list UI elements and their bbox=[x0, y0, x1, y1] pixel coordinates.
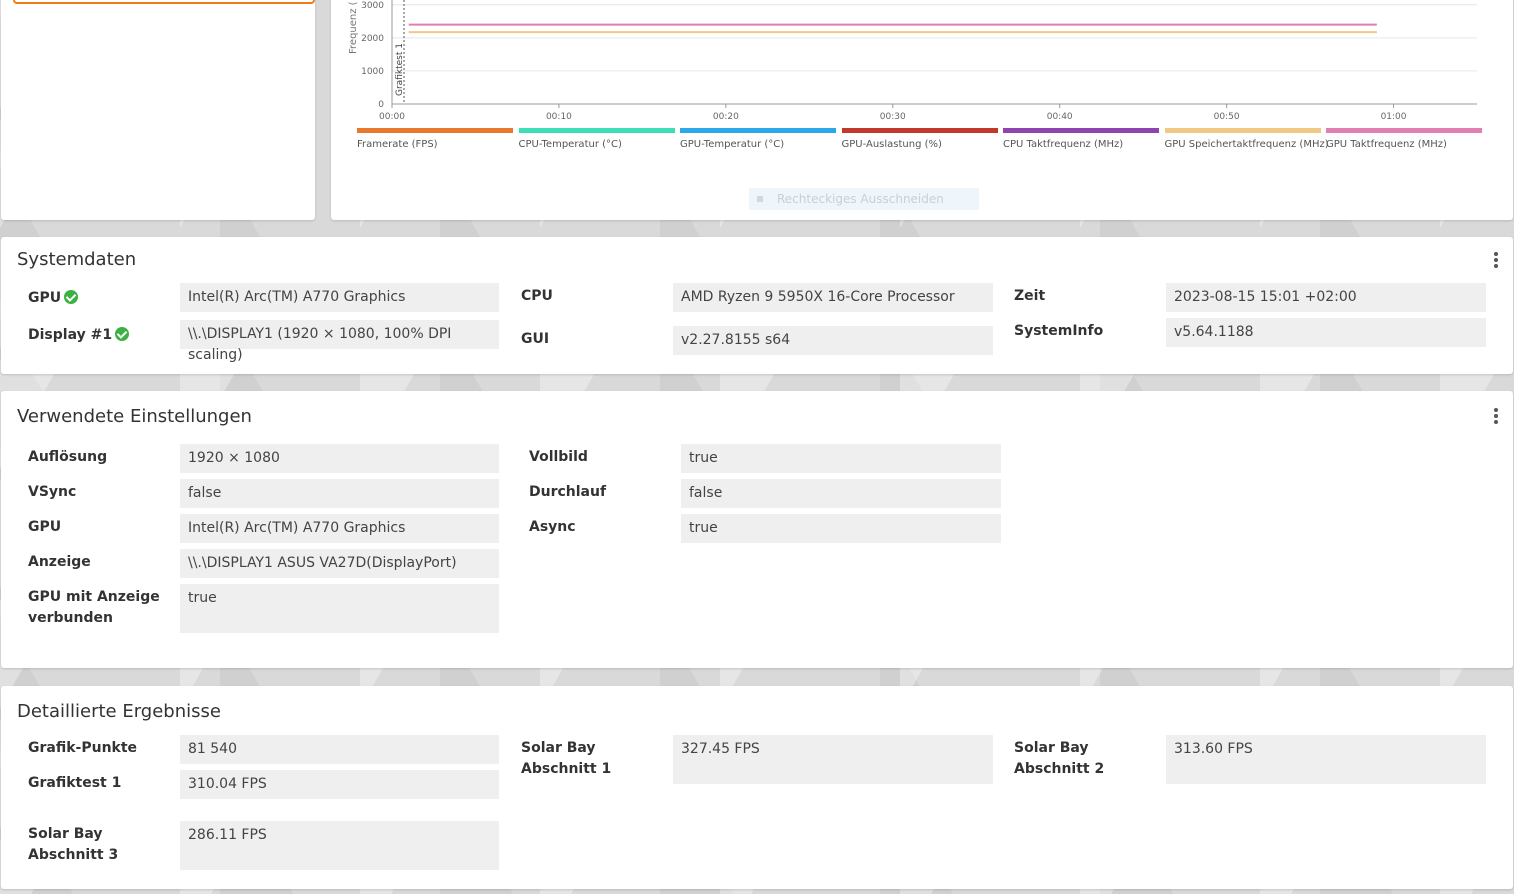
x-tick-label: 00:00 bbox=[379, 112, 405, 122]
legend-swatch bbox=[357, 128, 513, 133]
gpu-mit-anzeige-value: true bbox=[180, 584, 499, 633]
x-tick-label: 01:00 bbox=[1381, 112, 1407, 122]
display-value: \\.\DISPLAY1 (1920 × 1080, 100% DPI scal… bbox=[180, 320, 499, 363]
systemdaten-section: Systemdaten GPU Intel(R) Arc(TM) A770 Gr… bbox=[1, 237, 1513, 374]
crop-button-label: Rechteckiges Ausschneiden bbox=[777, 192, 944, 206]
gpu-label: GPU bbox=[28, 288, 79, 309]
grafiktest1-value: 310.04 FPS bbox=[180, 770, 499, 799]
zeit-value: 2023-08-15 15:01 +02:00 bbox=[1166, 283, 1486, 312]
grafik-punkte-label: Grafik-Punkte bbox=[28, 740, 138, 756]
x-tick-label: 00:40 bbox=[1047, 112, 1073, 122]
legend-swatch bbox=[1326, 128, 1482, 133]
left-summary-card bbox=[1, 0, 315, 220]
crop-square-icon bbox=[757, 196, 763, 202]
async-label: Async bbox=[529, 519, 576, 535]
solar-bay-1-value: 327.45 FPS bbox=[673, 735, 993, 784]
vsync-value: false bbox=[180, 479, 499, 508]
legend-item[interactable]: GPU-Temperatur (°C) bbox=[680, 128, 836, 150]
x-tick-label: 00:10 bbox=[546, 112, 572, 122]
more-options-icon[interactable] bbox=[1494, 408, 1499, 428]
legend-label: Framerate (FPS) bbox=[357, 139, 438, 150]
y-axis-label: Frequenz ( bbox=[348, 1, 359, 54]
y-tick-label: 2000 bbox=[361, 34, 384, 44]
solar-bay-3-value: 286.11 FPS bbox=[180, 821, 499, 870]
legend-swatch bbox=[1164, 128, 1321, 133]
legend-item[interactable]: GPU Taktfrequenz (MHz) bbox=[1326, 128, 1482, 150]
vsync-label: VSync bbox=[28, 484, 77, 500]
more-options-icon[interactable] bbox=[1494, 252, 1499, 272]
legend-item[interactable]: GPU Speichertaktfrequenz (MHz) bbox=[1164, 128, 1329, 150]
legend-label: GPU Taktfrequenz (MHz) bbox=[1326, 139, 1447, 150]
zeit-label: Zeit bbox=[1014, 288, 1046, 304]
aufloesung-label: Auflösung bbox=[28, 449, 108, 465]
x-tick-label: 00:20 bbox=[713, 112, 739, 122]
legend-item[interactable]: Framerate (FPS) bbox=[357, 128, 513, 150]
legend-swatch bbox=[841, 128, 998, 133]
y-tick-label: 1000 bbox=[361, 67, 384, 77]
gpu-value: Intel(R) Arc(TM) A770 Graphics bbox=[180, 514, 499, 543]
legend-swatch bbox=[680, 128, 836, 133]
vollbild-label: Vollbild bbox=[529, 449, 588, 465]
cpu-value: AMD Ryzen 9 5950X 16-Core Processor bbox=[673, 283, 993, 312]
legend-swatch bbox=[518, 128, 675, 133]
legend-swatch bbox=[1003, 128, 1159, 133]
systeminfo-value: v5.64.1188 bbox=[1166, 318, 1486, 347]
vollbild-value: true bbox=[681, 444, 1001, 473]
section-title: Detaillierte Ergebnisse bbox=[17, 701, 221, 722]
chart-card: 3000 2000 1000 0 Frequenz ( Grafiktest 1 00:00… bbox=[331, 0, 1513, 220]
durchlauf-label: Durchlauf bbox=[529, 484, 607, 500]
legend-item[interactable]: CPU-Temperatur (°C) bbox=[518, 128, 675, 150]
solar-bay-2-label: Solar Bay Abschnitt 2 bbox=[1014, 740, 1105, 777]
legend-label: GPU-Auslastung (%) bbox=[841, 139, 942, 150]
rectangular-crop-button[interactable]: Rechteckiges Ausschneiden bbox=[749, 188, 979, 210]
cpu-label: CPU bbox=[521, 288, 553, 304]
x-tick-label: 00:50 bbox=[1214, 112, 1240, 122]
section-title: Verwendete Einstellungen bbox=[17, 406, 252, 427]
monitoring-chart: 3000 2000 1000 0 Frequenz ( Grafiktest 1 00:00… bbox=[348, 0, 1477, 122]
legend-label: CPU-Temperatur (°C) bbox=[518, 139, 622, 150]
y-tick-label: 0 bbox=[378, 100, 384, 110]
gui-label: GUI bbox=[521, 331, 550, 347]
legend-label: CPU Taktfrequenz (MHz) bbox=[1003, 139, 1124, 150]
section-title: Systemdaten bbox=[17, 249, 137, 270]
grafik-punkte-value: 81 540 bbox=[180, 735, 499, 764]
display-label: Display #1 bbox=[28, 325, 130, 346]
y-tick-label: 3000 bbox=[361, 1, 384, 11]
anzeige-label: Anzeige bbox=[28, 554, 91, 570]
gpu-mit-anzeige-label: GPU mit Anzeige verbunden bbox=[28, 589, 160, 626]
solar-bay-3-label: Solar Bay Abschnitt 3 bbox=[28, 826, 119, 863]
orange-accent-button[interactable] bbox=[13, 0, 315, 4]
durchlauf-value: false bbox=[681, 479, 1001, 508]
gpu-label: GPU bbox=[28, 519, 62, 535]
einstellungen-section: Verwendete Einstellungen Auflösung 1920 … bbox=[1, 391, 1513, 668]
gpu-value: Intel(R) Arc(TM) A770 Graphics bbox=[180, 283, 499, 312]
marker-label: Grafiktest 1 bbox=[395, 43, 405, 96]
x-tick-label: 00:30 bbox=[880, 112, 906, 122]
gui-value: v2.27.8155 s64 bbox=[673, 326, 993, 355]
legend-label: GPU-Temperatur (°C) bbox=[680, 139, 785, 150]
async-value: true bbox=[681, 514, 1001, 543]
grafiktest1-label: Grafiktest 1 bbox=[28, 775, 122, 791]
legend-item[interactable]: GPU-Auslastung (%) bbox=[841, 128, 998, 150]
systeminfo-label: SystemInfo bbox=[1014, 323, 1104, 339]
ergebnisse-section: Detaillierte Ergebnisse Grafik-Punkte 81… bbox=[1, 686, 1513, 889]
check-icon bbox=[115, 327, 130, 341]
check-icon bbox=[64, 290, 79, 304]
legend-item[interactable]: CPU Taktfrequenz (MHz) bbox=[1003, 128, 1159, 150]
legend-label: GPU Speichertaktfrequenz (MHz) bbox=[1164, 139, 1329, 150]
aufloesung-value: 1920 × 1080 bbox=[180, 444, 499, 473]
anzeige-value: \\.\DISPLAY1 ASUS VA27D(DisplayPort) bbox=[180, 549, 499, 578]
solar-bay-2-value: 313.60 FPS bbox=[1166, 735, 1486, 784]
solar-bay-1-label: Solar Bay Abschnitt 1 bbox=[521, 740, 612, 777]
